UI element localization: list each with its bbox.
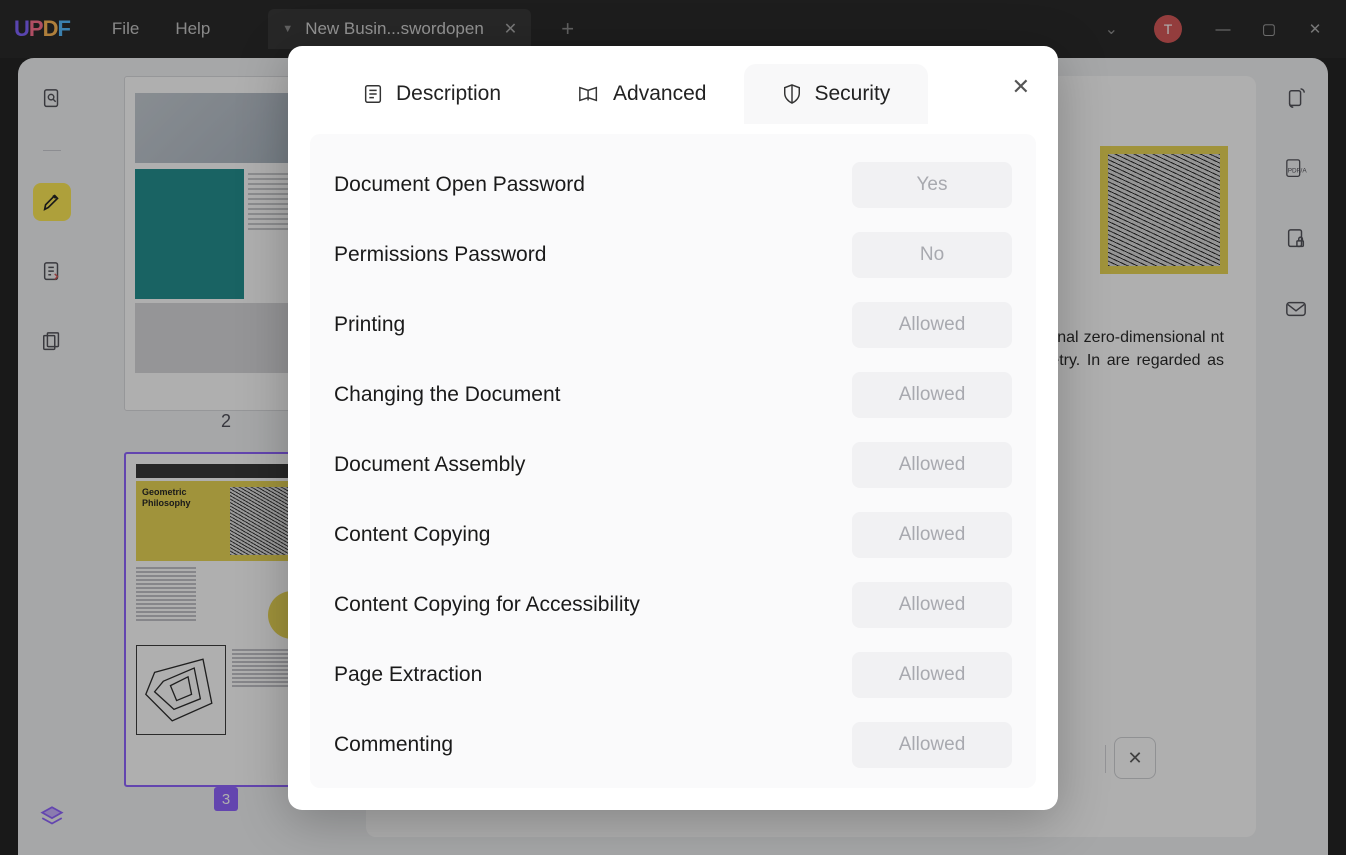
security-row: Document Assembly Allowed <box>334 442 1012 488</box>
security-row: Content Copying Allowed <box>334 512 1012 558</box>
tab-description[interactable]: Description <box>324 64 539 124</box>
security-value: Yes <box>852 162 1012 208</box>
security-value: Allowed <box>852 302 1012 348</box>
security-value: Allowed <box>852 512 1012 558</box>
shield-icon <box>782 83 802 105</box>
security-value: Allowed <box>852 652 1012 698</box>
security-panel: Document Open Password Yes Permissions Pa… <box>310 134 1036 788</box>
security-value: Allowed <box>852 442 1012 488</box>
security-row: Changing the Document Allowed <box>334 372 1012 418</box>
security-label: Document Open Password <box>334 173 585 197</box>
advanced-icon <box>577 83 601 105</box>
modal-tabs: Description Advanced Security ✕ <box>288 46 1058 124</box>
security-label: Content Copying <box>334 523 490 547</box>
security-value: Allowed <box>852 582 1012 628</box>
description-icon <box>362 83 384 105</box>
security-row: Printing Allowed <box>334 302 1012 348</box>
security-value: No <box>852 232 1012 278</box>
security-label: Commenting <box>334 733 453 757</box>
tab-security[interactable]: Security <box>744 64 928 124</box>
security-value: Allowed <box>852 372 1012 418</box>
security-row: Commenting Allowed <box>334 722 1012 768</box>
security-label: Content Copying for Accessibility <box>334 593 640 617</box>
security-label: Page Extraction <box>334 663 482 687</box>
tab-advanced[interactable]: Advanced <box>539 64 744 124</box>
security-label: Document Assembly <box>334 453 525 477</box>
properties-modal: Description Advanced Security ✕ Document… <box>288 46 1058 810</box>
security-row: Page Extraction Allowed <box>334 652 1012 698</box>
security-label: Permissions Password <box>334 243 546 267</box>
security-row: Document Open Password Yes <box>334 162 1012 208</box>
security-label: Changing the Document <box>334 383 560 407</box>
modal-close-button[interactable]: ✕ <box>1012 74 1030 100</box>
security-row: Permissions Password No <box>334 232 1012 278</box>
security-label: Printing <box>334 313 405 337</box>
security-value: Allowed <box>852 722 1012 768</box>
security-row: Content Copying for Accessibility Allowed <box>334 582 1012 628</box>
